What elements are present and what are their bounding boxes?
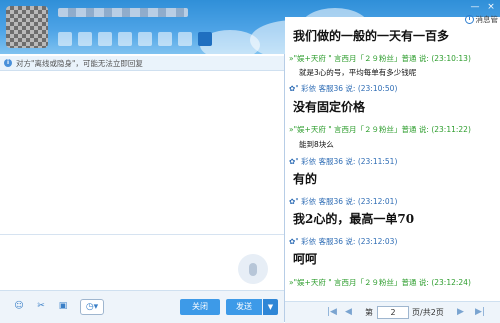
- group-icon[interactable]: [138, 32, 152, 46]
- send-options-dropdown[interactable]: ▼: [263, 299, 278, 315]
- history-pane: 消息管 我们做的一般的一天有一百多 »"娱+天府 " 言西月「２９粉丝」普通 说…: [285, 14, 500, 323]
- offline-notice: i 对方"离线或隐身"，可能无法立即回复: [0, 56, 284, 71]
- compose-pane: i 对方"离线或隐身"，可能无法立即回复 ☺ ✂ ▣ ◷▾ 关闭 发送 ▼: [0, 54, 285, 323]
- prev-page-button[interactable]: ◀: [345, 307, 352, 317]
- minimize-button[interactable]: —: [470, 2, 480, 12]
- page-number-input[interactable]: 2: [377, 306, 409, 319]
- message-text: 我2心的，最高一单70: [293, 212, 415, 226]
- message-header: »"娱+天府 " 言西月「２９粉丝」普通 说: (23:10:13): [289, 54, 471, 63]
- page-total: 页/共2页: [412, 308, 444, 317]
- message-text: 就是3心的号，平均每单有多少钱呢: [299, 68, 417, 77]
- contact-name-blurred: [58, 8, 188, 17]
- close-button[interactable]: 关闭: [180, 299, 220, 315]
- offline-notice-text: 对方"离线或隐身"，可能无法立即回复: [16, 58, 143, 68]
- message-header: »"娱+天府 " 言西月「２９粉丝」普通 说: (23:12:24): [289, 278, 471, 287]
- message-text: 没有固定价格: [293, 100, 366, 114]
- info-icon: i: [4, 59, 12, 67]
- voice-input-button[interactable]: [238, 254, 268, 284]
- header-toolbar: [58, 32, 212, 46]
- message-header: ✿" 彩依 客服36 说: (23:12:03): [289, 237, 398, 246]
- contact-avatar[interactable]: [6, 6, 48, 48]
- first-page-button[interactable]: |◀: [327, 307, 337, 317]
- video-call-icon[interactable]: [58, 32, 72, 46]
- next-page-button[interactable]: ▶: [457, 307, 464, 317]
- history-clock-icon[interactable]: ◷▾: [80, 299, 104, 315]
- compose-toolbar: ☺ ✂ ▣ ◷▾ 关闭 发送 ▼: [0, 290, 284, 323]
- message-text: 呵呵: [293, 252, 318, 266]
- remote-assist-icon[interactable]: [118, 32, 132, 46]
- message-text: 能到8块么: [299, 140, 334, 149]
- image-icon[interactable]: ▣: [56, 299, 70, 313]
- page-label: 第: [365, 308, 373, 317]
- app-icon[interactable]: [158, 32, 172, 46]
- send-button[interactable]: 发送: [226, 299, 262, 315]
- message-text: 有的: [293, 172, 318, 186]
- window-controls: — ×: [470, 2, 496, 12]
- emoji-icon[interactable]: ☺: [12, 299, 26, 313]
- voice-call-icon[interactable]: [78, 32, 92, 46]
- history-pager: |◀ ◀ 第 2 页/共2页 ▶ ▶|: [285, 301, 500, 323]
- more-icon[interactable]: [178, 32, 192, 46]
- message-header: ✿" 彩依 客服36 说: (23:11:51): [289, 157, 398, 166]
- message-manager-label: 消息管: [475, 15, 499, 24]
- bookmark-icon[interactable]: [198, 32, 212, 46]
- last-page-button[interactable]: ▶|: [475, 307, 485, 317]
- close-window-button[interactable]: ×: [486, 2, 496, 12]
- message-header: »"娱+天府 " 言西月「２９粉丝」普通 说: (23:11:22): [289, 125, 471, 134]
- message-manager-link[interactable]: 消息管: [464, 14, 499, 25]
- message-header: ✿" 彩依 客服36 说: (23:10:50): [289, 84, 398, 93]
- message-header: ✿" 彩依 客服36 说: (23:12:01): [289, 197, 398, 206]
- microphone-icon: [249, 262, 257, 276]
- screenshot-icon[interactable]: ✂: [34, 299, 48, 313]
- file-transfer-icon[interactable]: [98, 32, 112, 46]
- clock-icon: [464, 15, 474, 24]
- message-text: 我们做的一般的一天有一百多: [293, 29, 450, 43]
